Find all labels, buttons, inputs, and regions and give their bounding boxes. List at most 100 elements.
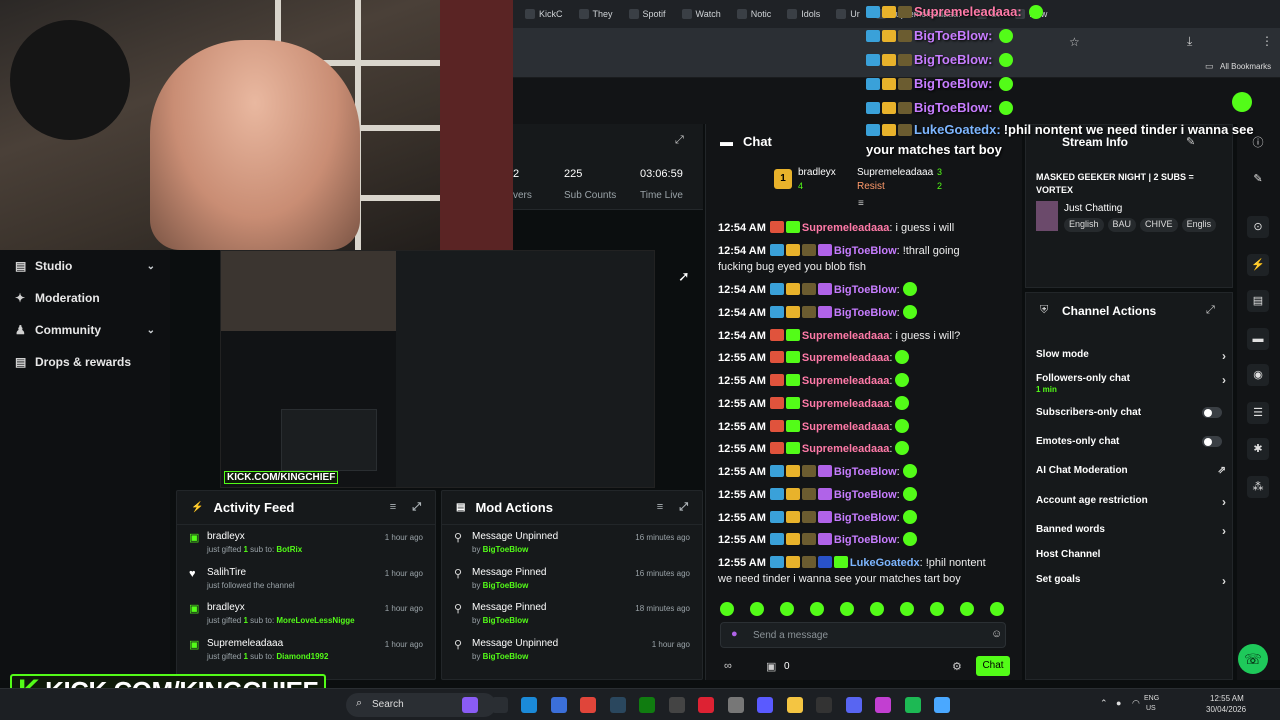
emote-icon[interactable] — [750, 602, 764, 616]
mod-action-user[interactable]: BigToeBlow — [483, 652, 529, 661]
channel-action-host-channel[interactable]: Host Channel — [1036, 549, 1226, 560]
obs-icon[interactable] — [668, 697, 685, 713]
settings-icon[interactable]: ⚙ — [952, 660, 962, 673]
browser-tab[interactable]: KickC — [519, 3, 569, 25]
pencil-icon[interactable]: ✎ — [1247, 168, 1269, 190]
emoji-icon[interactable]: ☺ — [991, 628, 1002, 640]
clock-time[interactable]: 12:55 AM — [1210, 694, 1244, 703]
chevron-right-icon[interactable]: › — [1222, 349, 1226, 363]
chat-send-button[interactable]: Chat — [976, 656, 1010, 676]
leaderboard-name[interactable]: Resist — [857, 181, 885, 192]
chat-username[interactable]: Supremeleadaaa — [802, 352, 889, 364]
edge-icon[interactable] — [521, 697, 537, 713]
chevron-right-icon[interactable]: › — [1222, 524, 1226, 538]
browser-tab[interactable]: Ur — [830, 3, 866, 25]
users-icon[interactable]: ⁂ — [1247, 476, 1269, 498]
chat-username[interactable]: BigToeBlow — [834, 466, 897, 478]
toggle-switch[interactable] — [1202, 407, 1222, 418]
wrench-icon[interactable]: ✱ — [1247, 438, 1269, 460]
region[interactable]: US — [1146, 705, 1156, 712]
language[interactable]: ENG — [1144, 695, 1159, 702]
chat-username[interactable]: BigToeBlow — [834, 534, 897, 546]
infinity-icon[interactable]: ∞ — [724, 660, 732, 672]
chat-username[interactable]: Supremeleadaaa — [802, 330, 889, 342]
feed-target[interactable]: BotRix — [276, 545, 302, 554]
chat-username[interactable]: Supremeleadaaa — [802, 375, 889, 387]
chat-icon[interactable]: ▬ — [1247, 328, 1269, 350]
chat-app-icon[interactable] — [934, 697, 950, 713]
xbox-icon[interactable] — [639, 697, 655, 713]
mod-action-user[interactable]: BigToeBlow — [483, 616, 529, 625]
emote-icon[interactable] — [840, 602, 854, 616]
emote-icon[interactable] — [960, 602, 974, 616]
browser-tab[interactable]: Spotif — [623, 3, 672, 25]
widgets-icon[interactable] — [462, 697, 478, 713]
browser-tab[interactable]: Idols — [781, 3, 826, 25]
mic-icon[interactable]: ● — [731, 628, 738, 640]
target-icon[interactable]: ⊙ — [1247, 216, 1269, 238]
channel-action-subscribers-only-chat[interactable]: Subscribers-only chat — [1036, 407, 1226, 418]
chevron-right-icon[interactable]: › — [1222, 495, 1226, 509]
browser-tab[interactable]: Watch — [676, 3, 727, 25]
terminal-icon[interactable] — [816, 697, 832, 713]
discord-icon[interactable] — [845, 697, 862, 713]
channel-action-account-age-restriction[interactable]: Account age restriction › — [1036, 495, 1226, 509]
mic-icon[interactable]: ● — [1116, 698, 1121, 708]
mail-icon[interactable] — [875, 697, 891, 713]
file-explorer-icon[interactable] — [491, 697, 508, 713]
channel-action-set-goals[interactable]: Set goals › — [1036, 574, 1226, 588]
sidebar-item-drops-rewards[interactable]: ▤ Drops & rewards — [0, 346, 170, 378]
category-name[interactable]: Just Chatting — [1064, 203, 1122, 214]
chat-username[interactable]: Supremeleadaaa — [802, 443, 889, 455]
feed-target[interactable]: Diamond1992 — [276, 652, 328, 661]
chevron-right-icon[interactable]: › — [1222, 574, 1226, 588]
emote-icon[interactable] — [990, 602, 1004, 616]
chat-username[interactable]: BigToeBlow — [834, 245, 897, 257]
browser-tab[interactable]: They — [573, 3, 619, 25]
filter-icon[interactable]: ≡ — [657, 501, 663, 514]
emote-icon[interactable] — [900, 602, 914, 616]
list-icon[interactable]: ☰ — [1247, 402, 1269, 424]
expand-icon[interactable]: ⤢ — [679, 501, 688, 514]
steam-icon[interactable] — [609, 697, 626, 713]
chat-username[interactable]: Supremeleadaaa — [802, 421, 889, 433]
emote-icon[interactable] — [930, 602, 944, 616]
chat-username[interactable]: BigToeBlow — [834, 284, 897, 296]
chat-username[interactable]: BigToeBlow — [834, 489, 897, 501]
chat-username[interactable]: BigToeBlow — [834, 307, 897, 319]
document-icon[interactable]: ▤ — [1247, 290, 1269, 312]
chat-input[interactable]: ● Send a message ☺ — [720, 622, 1006, 648]
settings-icon[interactable] — [727, 697, 744, 713]
bolt-icon[interactable]: ⚡ — [1247, 254, 1269, 276]
leaderboard-name[interactable]: Supremeleadaaa — [857, 167, 933, 178]
sidebar-item-community[interactable]: ♟ Community ⌄ — [0, 314, 170, 346]
mod-action-user[interactable]: BigToeBlow — [483, 545, 529, 554]
channel-action-emotes-only-chat[interactable]: Emotes-only chat — [1036, 436, 1226, 447]
external-link-icon[interactable]: ⇗ — [1218, 465, 1226, 476]
expand-icon[interactable]: ⤢ — [412, 501, 421, 514]
mod-action-user[interactable]: BigToeBlow — [483, 581, 529, 590]
clock-date[interactable]: 30/04/2026 — [1206, 705, 1246, 714]
support-icon[interactable]: ☏ — [1238, 644, 1268, 674]
expand-icon[interactable]: ⤢ — [1206, 304, 1215, 317]
emote-icon[interactable] — [810, 602, 824, 616]
chat-username[interactable]: BigToeBlow — [834, 512, 897, 524]
music-icon[interactable] — [698, 697, 714, 713]
chevron-down-icon[interactable]: ⌄ — [147, 325, 155, 336]
channel-action-banned-words[interactable]: Banned words › — [1036, 524, 1226, 538]
vpn-icon[interactable] — [550, 697, 567, 713]
feed-target[interactable]: MoreLoveLessNigge — [276, 616, 354, 625]
channel-action-ai-chat-moderation[interactable]: AI Chat Moderation ⇗ — [1036, 465, 1226, 476]
store-icon[interactable] — [757, 697, 773, 713]
pinned-toggle-icon[interactable]: ≡ — [858, 198, 864, 209]
stream-tag[interactable]: CHIVE — [1140, 218, 1178, 232]
leaderboard-name[interactable]: bradleyx — [798, 167, 836, 178]
chat-username[interactable]: LukeGoatedx — [850, 557, 920, 569]
chevron-up-icon[interactable]: ⌃ — [1100, 698, 1108, 709]
sidebar-item-studio[interactable]: ▤ Studio ⌄ — [0, 250, 170, 282]
chevron-down-icon[interactable]: ⌄ — [147, 261, 155, 272]
stream-tag[interactable]: English — [1064, 218, 1104, 232]
browser-tab[interactable]: Notic — [731, 3, 778, 25]
stream-tag[interactable]: Englis — [1181, 218, 1217, 232]
emote-icon[interactable] — [720, 602, 734, 616]
